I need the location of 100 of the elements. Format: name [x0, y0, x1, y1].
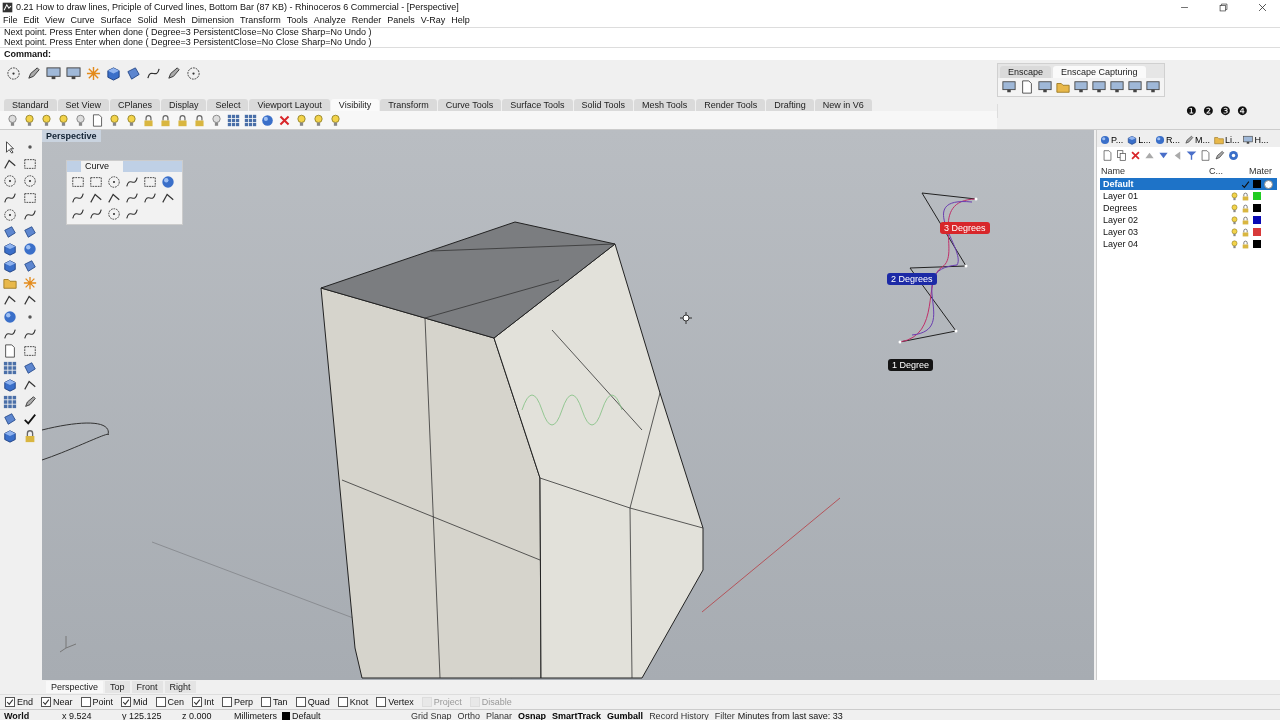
osnap-label[interactable]: Mid — [133, 697, 148, 707]
page-icon[interactable] — [1102, 150, 1113, 161]
units-label[interactable]: Millimeters — [234, 711, 282, 720]
menu-item[interactable]: Tools — [286, 15, 308, 26]
status-toggle[interactable]: SmartTrack — [549, 711, 605, 720]
sphere-icon[interactable] — [261, 113, 274, 127]
lock-icon[interactable] — [159, 113, 172, 127]
square-icon[interactable] — [23, 157, 37, 171]
menu-item[interactable]: Curve — [70, 15, 95, 26]
menu-item[interactable]: Render — [351, 15, 382, 26]
layer-color-swatch[interactable] — [1253, 192, 1261, 200]
lock-icon[interactable] — [142, 113, 155, 127]
monitor-icon[interactable] — [1074, 80, 1088, 94]
menu-item[interactable]: Dimension — [191, 15, 234, 26]
surface-icon[interactable] — [23, 225, 37, 239]
line-icon[interactable] — [23, 378, 37, 392]
bulb-icon[interactable] — [125, 113, 138, 127]
toolbar-tab[interactable]: Surface Tools — [502, 99, 573, 111]
osnap-label[interactable]: Int — [204, 697, 215, 707]
toolbar-tab[interactable]: Mesh Tools — [633, 99, 696, 111]
toolbar-tab[interactable]: Display — [160, 99, 207, 111]
page-icon[interactable] — [1020, 80, 1034, 94]
monitor-icon[interactable] — [66, 65, 81, 81]
close-icon[interactable] — [1257, 1, 1268, 13]
layer-color-swatch[interactable] — [1253, 180, 1261, 188]
restore-icon[interactable] — [1218, 1, 1229, 13]
status-toggle[interactable]: Record History — [646, 711, 712, 720]
viewport-tab[interactable]: Perspective — [46, 681, 104, 693]
grid-icon[interactable] — [3, 395, 17, 409]
monitor-icon[interactable] — [1146, 80, 1160, 94]
checkbox[interactable] — [222, 697, 233, 707]
layer-color-swatch[interactable] — [1253, 204, 1261, 212]
bulb-off-icon[interactable] — [74, 113, 87, 127]
bulb-icon[interactable] — [329, 113, 342, 127]
status-toggle[interactable]: Planar — [483, 711, 516, 720]
monitor-icon[interactable] — [46, 65, 61, 81]
circle-icon[interactable] — [6, 65, 21, 81]
cube-icon[interactable] — [3, 378, 17, 392]
menu-item[interactable]: File — [3, 15, 18, 26]
menu-item[interactable]: V-Ray — [420, 15, 446, 26]
status-toggle[interactable]: Ortho — [454, 711, 484, 720]
curve-icon[interactable] — [125, 191, 139, 205]
viewport-number[interactable]: ❹ — [1237, 104, 1248, 118]
curve-icon[interactable] — [125, 175, 139, 189]
checkbox[interactable] — [121, 697, 132, 707]
toolbar-tab[interactable]: Enscape — [1000, 66, 1052, 78]
osnap-label[interactable]: Tan — [273, 697, 288, 707]
osnap-label[interactable]: Point — [92, 697, 114, 707]
curve-icon[interactable] — [71, 191, 85, 205]
monitor-icon[interactable] — [1128, 80, 1142, 94]
lock-icon[interactable] — [176, 113, 189, 127]
menu-item[interactable]: Help — [451, 15, 470, 26]
lock-icon[interactable] — [1241, 203, 1250, 213]
osnap-label[interactable]: Knot — [349, 697, 369, 707]
sphere-icon[interactable] — [23, 242, 37, 256]
osnap-label[interactable]: Perp — [234, 697, 254, 707]
checkbox[interactable] — [41, 697, 51, 707]
osnap-label[interactable]: Cen — [167, 697, 185, 707]
circle-icon[interactable] — [23, 174, 37, 188]
line-icon[interactable] — [3, 293, 17, 307]
toolbar-tab[interactable]: Curve Tools — [437, 99, 502, 111]
circle-icon[interactable] — [3, 174, 17, 188]
toolbar-tab[interactable]: Transform — [380, 99, 437, 111]
square-icon[interactable] — [89, 175, 103, 189]
curve-icon[interactable] — [143, 191, 157, 205]
toolbar-tab[interactable]: Standard — [4, 99, 57, 111]
viewport-tab[interactable]: Front — [131, 681, 163, 693]
bulb-icon[interactable] — [57, 113, 70, 127]
layer-row[interactable]: Default — [1100, 178, 1277, 190]
checkbox[interactable] — [261, 697, 272, 707]
cross-icon[interactable] — [278, 113, 291, 127]
surface-icon[interactable] — [3, 412, 17, 426]
checkbox[interactable] — [5, 697, 15, 707]
bulb-icon[interactable] — [1230, 239, 1239, 249]
layer-row[interactable]: Layer 02 — [1100, 214, 1277, 226]
current-layer[interactable]: Default — [292, 711, 408, 720]
bulb-icon[interactable] — [108, 113, 121, 127]
viewport-title[interactable]: Perspective — [42, 130, 101, 142]
sphere-icon[interactable] — [161, 175, 175, 189]
menu-item[interactable]: View — [45, 15, 65, 26]
monitor-icon[interactable] — [1038, 80, 1052, 94]
status-toggle[interactable]: Filter — [711, 711, 738, 720]
line-icon[interactable] — [107, 191, 121, 205]
cplane-label[interactable]: World — [4, 711, 62, 720]
square-icon[interactable] — [71, 175, 85, 189]
pen-icon[interactable] — [1214, 150, 1225, 161]
bulb-off-icon[interactable] — [210, 113, 223, 127]
checkbox[interactable] — [192, 697, 203, 707]
viewport-tab[interactable]: Right — [164, 681, 196, 693]
curve-icon[interactable] — [71, 207, 85, 221]
bulb-off-icon[interactable] — [6, 113, 19, 127]
command-prompt[interactable]: Command: — [4, 49, 51, 59]
bulb-icon[interactable] — [40, 113, 53, 127]
menu-item[interactable]: Mesh — [163, 15, 186, 26]
toolbar-tab[interactable]: Viewport Layout — [249, 99, 330, 111]
status-toggle[interactable]: Osnap — [515, 711, 550, 720]
tri-down-icon[interactable] — [1158, 150, 1169, 161]
layer-row[interactable]: Layer 03 — [1100, 226, 1277, 238]
checkbox[interactable] — [376, 697, 387, 707]
material-swatch[interactable] — [1264, 179, 1273, 189]
